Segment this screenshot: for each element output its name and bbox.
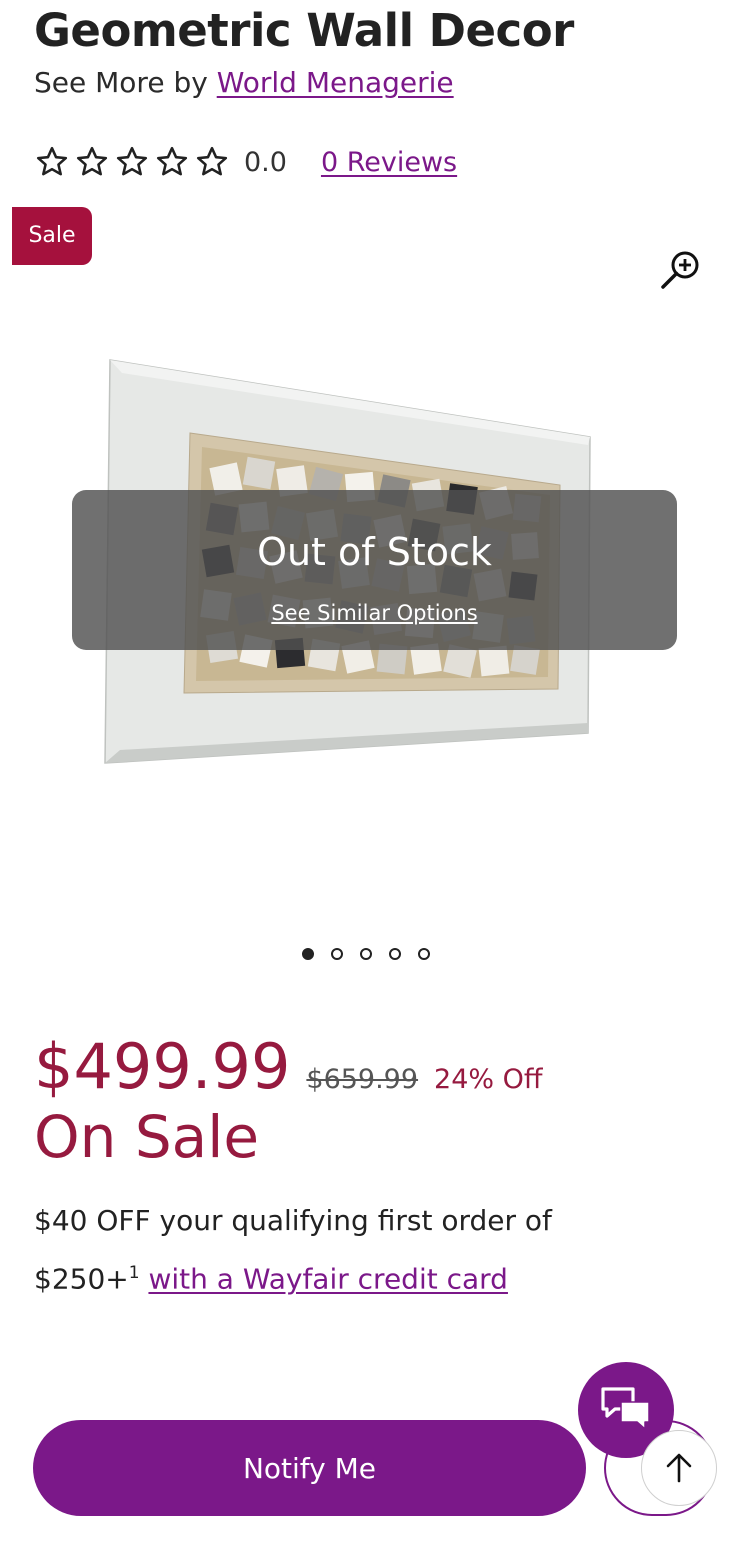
brand-link[interactable]: World Menagerie: [217, 66, 454, 99]
brand-byline: See More by World Menagerie: [34, 66, 454, 99]
rating-value: 0.0: [244, 146, 287, 178]
carousel-dot[interactable]: [389, 948, 401, 960]
rating-row: 0.0 0 Reviews: [34, 142, 457, 182]
star-outline-icon: [154, 144, 190, 180]
sale-badge: Sale: [12, 207, 92, 265]
reviews-link[interactable]: 0 Reviews: [321, 147, 457, 178]
credit-card-promo: $40 OFF your qualifying first order of $…: [34, 1195, 614, 1305]
star-outline-icon: [34, 144, 70, 180]
arrow-up-icon: [666, 1453, 692, 1483]
see-similar-options-link[interactable]: See Similar Options: [271, 601, 477, 625]
out-of-stock-title: Out of Stock: [257, 530, 492, 574]
notify-me-button[interactable]: Notify Me: [33, 1420, 586, 1516]
out-of-stock-overlay: Out of Stock See Similar Options: [72, 490, 677, 650]
sale-price: $499.99: [34, 1030, 291, 1103]
on-sale-label: On Sale: [34, 1103, 260, 1171]
star-outline-icon: [74, 144, 110, 180]
carousel-dots: [302, 948, 430, 960]
discount-label: 24% Off: [434, 1064, 543, 1095]
star-outline-icon: [194, 144, 230, 180]
carousel-dot[interactable]: [331, 948, 343, 960]
price-row: $499.99 $659.99 24% Off: [34, 1030, 543, 1103]
star-rating: [34, 144, 230, 180]
scroll-to-top-button[interactable]: [641, 1430, 717, 1506]
carousel-dot[interactable]: [418, 948, 430, 960]
star-outline-icon: [114, 144, 150, 180]
carousel-dot[interactable]: [302, 948, 314, 960]
product-title: Geometric Wall Decor: [34, 4, 574, 57]
original-price: $659.99: [306, 1064, 419, 1095]
carousel-dot[interactable]: [360, 948, 372, 960]
credit-card-link[interactable]: with a Wayfair credit card: [148, 1262, 508, 1295]
promo-footnote: 1: [128, 1263, 140, 1283]
byline-prefix: See More by: [34, 66, 208, 99]
chat-icon: [601, 1387, 650, 1430]
zoom-in-icon[interactable]: [656, 244, 706, 294]
